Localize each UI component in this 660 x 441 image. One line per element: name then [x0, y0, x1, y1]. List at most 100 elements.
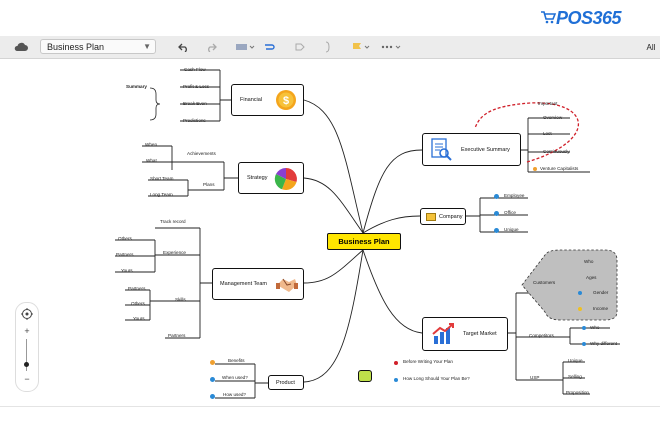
company-node[interactable]: Company — [420, 208, 466, 225]
financial-item[interactable]: Break Even — [183, 101, 207, 107]
zoom-in-icon[interactable]: + — [23, 327, 31, 336]
zoom-slider-handle[interactable] — [24, 362, 29, 367]
strategy-short-team[interactable]: Short Team — [150, 176, 173, 182]
document-title: Business Plan — [47, 41, 105, 52]
usp-item[interactable]: Selling — [568, 374, 582, 380]
management-others[interactable]: Others — [118, 236, 132, 242]
product-item[interactable]: How used? — [223, 392, 246, 398]
link-icon — [394, 378, 398, 382]
undo-icon[interactable] — [176, 39, 190, 55]
zoom-control: + − — [15, 302, 39, 392]
strategy-long-team[interactable]: Long Team — [150, 192, 173, 198]
more-icon[interactable] — [378, 39, 404, 55]
strategy-node[interactable]: Strategy — [238, 162, 304, 194]
cloud-icon[interactable] — [12, 39, 30, 55]
central-topic[interactable]: Business Plan — [327, 233, 401, 250]
management-partners[interactable]: Partners — [116, 252, 133, 258]
star-icon — [578, 307, 582, 311]
executive-item[interactable]: Venture Capitalists — [540, 166, 578, 172]
info-icon — [494, 228, 499, 233]
folder-icon — [426, 213, 436, 221]
competitor-item[interactable]: Why different — [590, 341, 617, 347]
management-partners[interactable]: Partners — [128, 286, 145, 292]
target-market-label: Target Market — [463, 331, 497, 337]
target-customers[interactable]: Customers — [533, 280, 555, 286]
handshake-icon — [276, 278, 298, 292]
strategy-label: Strategy — [247, 175, 268, 181]
company-item[interactable]: Office — [504, 210, 516, 216]
usp-item[interactable]: Unique — [568, 358, 583, 364]
executive-item[interactable]: Lost — [543, 131, 552, 137]
help-icon — [210, 377, 215, 382]
boundary-icon[interactable] — [292, 39, 308, 55]
person-icon — [494, 194, 499, 199]
management-track-record[interactable]: Track record — [160, 219, 186, 225]
product-link[interactable]: Before Writing Your Plan — [403, 359, 453, 365]
financial-item[interactable]: Cash Flow — [184, 67, 206, 73]
zoom-out-icon[interactable]: − — [23, 375, 31, 384]
company-item[interactable]: Unique — [504, 227, 519, 233]
product-item[interactable]: When used? — [222, 375, 248, 381]
top-banner: POS365 — [0, 0, 660, 36]
topic-style-icon[interactable] — [234, 39, 256, 55]
pie-chart-icon — [274, 167, 297, 191]
logo-text: POS365 — [556, 8, 622, 28]
customer-item[interactable]: Income — [593, 306, 608, 312]
management-team-label: Management Team — [220, 281, 267, 287]
executive-summary-node[interactable]: Executive Summary — [422, 133, 521, 166]
pos365-logo: POS365 — [541, 8, 622, 29]
help-icon — [578, 291, 582, 295]
customer-item[interactable]: Gender — [593, 290, 608, 296]
pin-icon — [494, 211, 499, 216]
strategy-plans[interactable]: Plans — [203, 182, 215, 188]
financial-node[interactable]: Financial $ — [231, 84, 304, 116]
management-others[interactable]: Others — [131, 301, 145, 307]
customer-item[interactable]: Who — [584, 259, 593, 265]
management-yours[interactable]: Yours — [121, 268, 133, 274]
product-label: Product — [276, 379, 295, 386]
management-skills[interactable]: Skills — [175, 297, 186, 303]
toolbar: Business Plan ▼ All — [0, 36, 660, 59]
strategy-achievements[interactable]: Achievements — [187, 151, 216, 157]
company-item[interactable]: Employee — [504, 193, 524, 199]
product-link[interactable]: How Long Should Your Plan Be? — [403, 376, 470, 382]
bullet-icon — [210, 360, 215, 365]
svg-text:$: $ — [283, 95, 289, 107]
note-icon[interactable] — [358, 370, 372, 382]
strategy-when[interactable]: When — [145, 142, 157, 148]
redo-icon[interactable] — [204, 39, 218, 55]
coin-icon: $ — [276, 90, 296, 110]
executive-summary-label: Executive Summary — [461, 146, 510, 153]
document-title-select[interactable]: Business Plan ▼ — [40, 39, 156, 54]
help-icon — [210, 394, 215, 399]
recenter-icon[interactable] — [21, 308, 33, 320]
financial-item[interactable]: Predictions — [183, 118, 206, 124]
summary-label[interactable]: Summary — [126, 84, 147, 90]
marker-icon[interactable] — [350, 39, 372, 55]
customer-item[interactable]: Ages — [586, 275, 596, 281]
bottom-band — [0, 406, 660, 441]
executive-item[interactable]: Overview — [543, 115, 562, 121]
product-node[interactable]: Product — [268, 375, 304, 390]
competitor-item[interactable]: Who — [590, 325, 599, 331]
management-yours[interactable]: Yours — [133, 316, 145, 322]
all-label[interactable]: All — [644, 39, 658, 55]
management-experience[interactable]: Experience — [163, 250, 186, 256]
target-market-node[interactable]: Target Market — [422, 317, 508, 351]
financial-label: Financial — [240, 97, 263, 103]
relationship-icon[interactable] — [262, 39, 276, 55]
executive-important[interactable]: Important — [538, 101, 557, 107]
person-icon — [582, 326, 586, 330]
summary-icon[interactable] — [320, 39, 336, 55]
target-usp[interactable]: USP — [530, 375, 539, 381]
usp-item[interactable]: Proposition — [566, 390, 589, 396]
product-item[interactable]: Benefits — [228, 358, 245, 364]
management-team-node[interactable]: Management Team — [212, 268, 304, 300]
target-competitors[interactable]: Competitors — [529, 333, 554, 339]
management-partners[interactable]: Partners — [168, 333, 185, 339]
cart-icon — [541, 11, 556, 24]
strategy-what[interactable]: What — [146, 158, 157, 164]
financial-item[interactable]: Profit & Loss — [183, 84, 209, 90]
document-search-icon — [431, 138, 452, 161]
executive-item[interactable]: Continuously — [543, 149, 570, 155]
